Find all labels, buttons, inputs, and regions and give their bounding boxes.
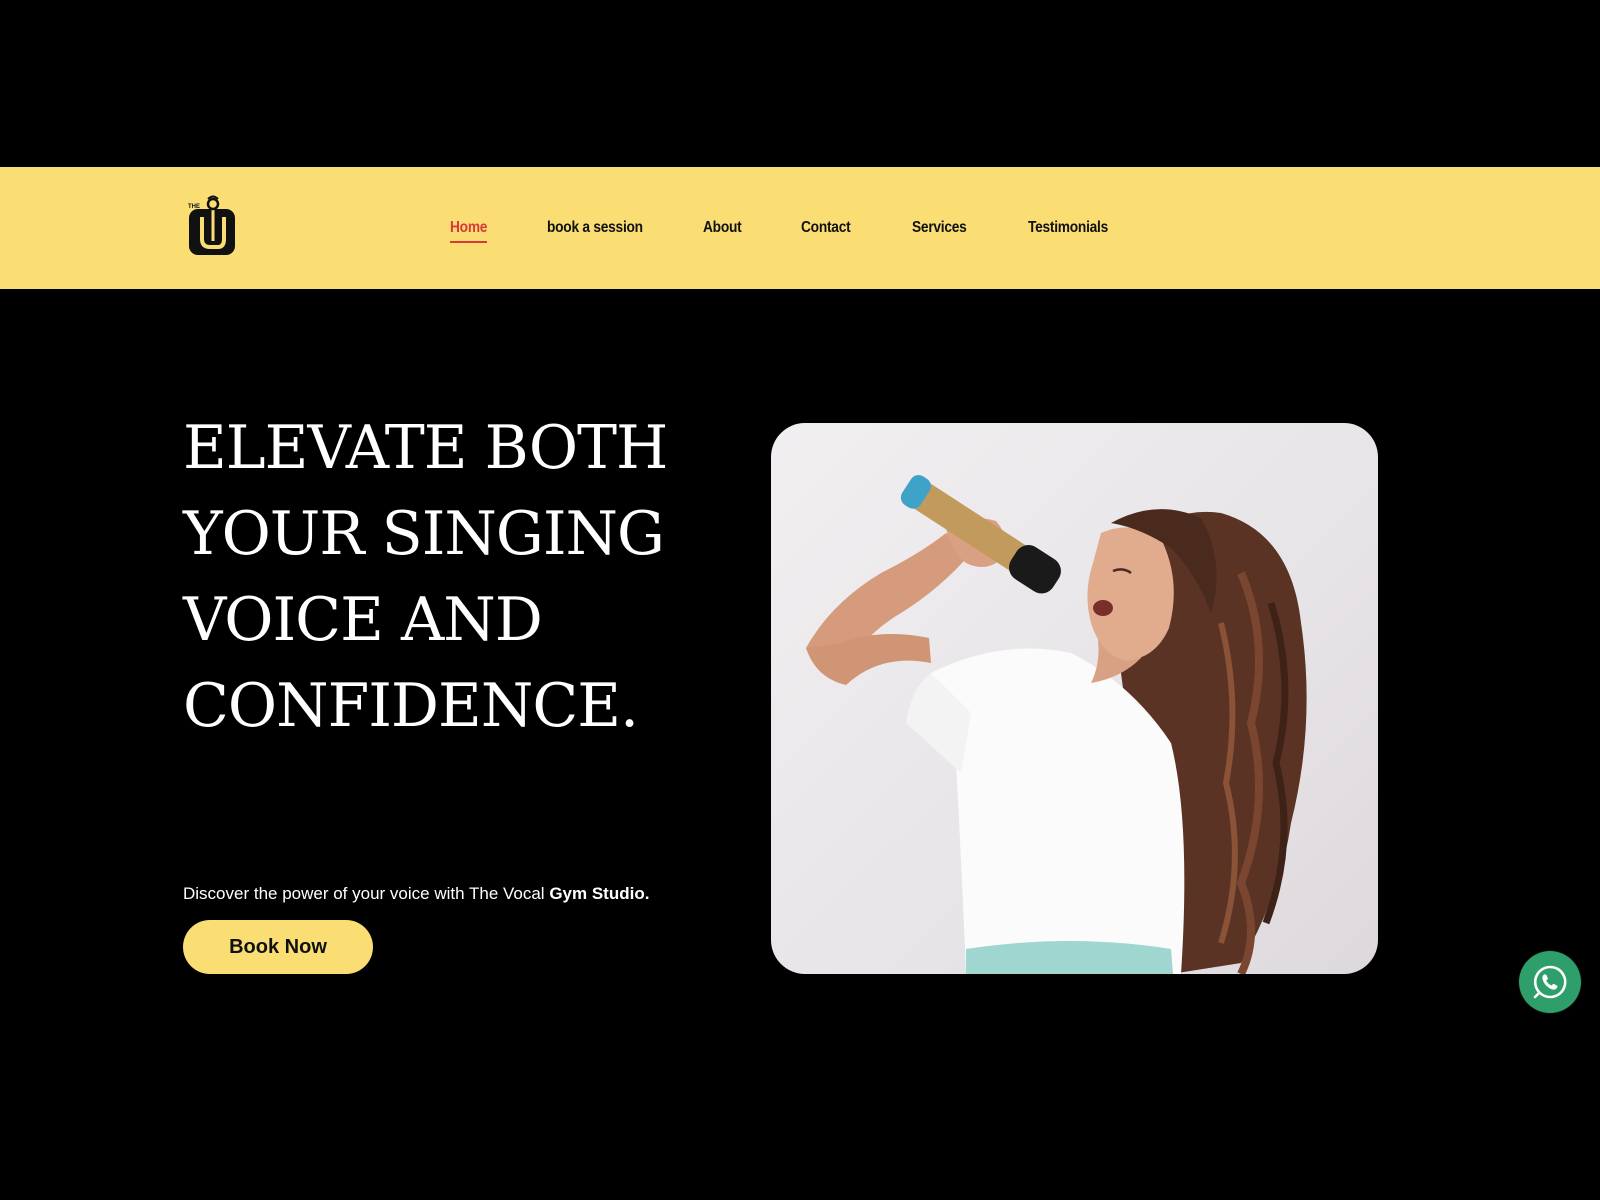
hero-title-line-3: VOICE AND xyxy=(183,585,543,655)
whatsapp-button[interactable] xyxy=(1519,951,1581,1013)
book-now-button[interactable]: Book Now xyxy=(183,920,373,974)
hero-title: ELEVATE BOTH YOUR SINGING VOICE AND CONF… xyxy=(183,405,703,749)
nav-book-a-session[interactable]: book a session xyxy=(547,219,643,237)
nav-services[interactable]: Services xyxy=(912,219,967,237)
hero-subtitle-text: Discover the power of your voice with Th… xyxy=(183,884,550,903)
singer-with-microphone-photo xyxy=(806,475,1307,974)
hero-title-line-2: YOUR SINGING xyxy=(183,499,665,569)
hero-title-line-1: ELEVATE BOTH xyxy=(183,413,668,483)
hero-image xyxy=(771,423,1378,974)
hero-subtitle: Discover the power of your voice with Th… xyxy=(183,884,649,904)
hero-subtitle-bold: Gym Studio. xyxy=(549,884,650,903)
site-header: THE Home book a session About Contact Se… xyxy=(0,167,1600,289)
logo-text: THE xyxy=(188,204,200,210)
nav-testimonials[interactable]: Testimonials xyxy=(1028,219,1108,237)
main-nav: Home book a session About Contact Servic… xyxy=(450,167,1121,289)
nav-contact[interactable]: Contact xyxy=(801,219,851,237)
logo-icon: THE xyxy=(188,195,235,255)
nav-home[interactable]: Home xyxy=(450,219,487,243)
nav-about[interactable]: About xyxy=(703,219,742,237)
whatsapp-icon xyxy=(1533,965,1567,999)
hero-title-line-4: CONFIDENCE. xyxy=(183,671,639,741)
site-logo[interactable]: THE xyxy=(188,195,238,257)
